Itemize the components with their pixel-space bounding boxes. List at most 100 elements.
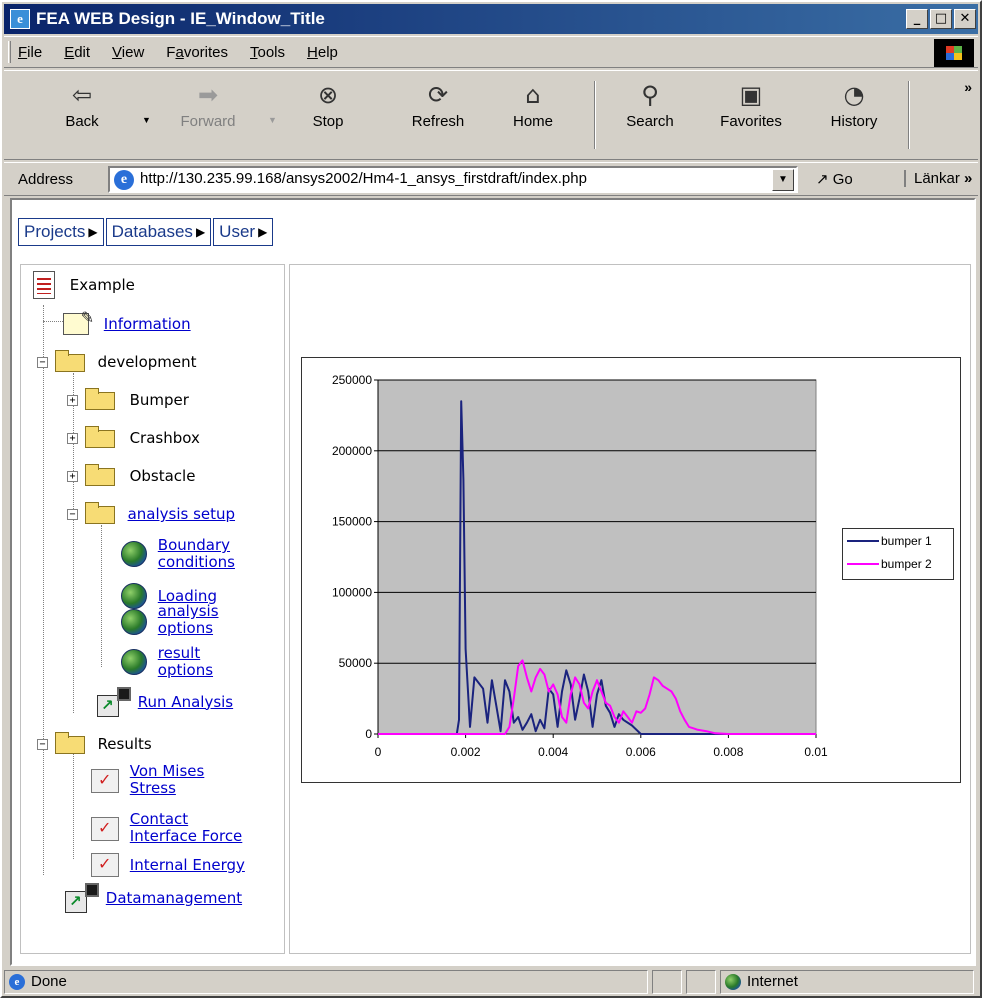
y-tick-label: 0 bbox=[365, 727, 372, 741]
datamanagement-icon bbox=[65, 883, 101, 913]
address-input[interactable]: e http://130.235.99.168/ansys2002/Hm4-1_… bbox=[108, 166, 798, 193]
nav-projects[interactable]: Projects ▶ bbox=[18, 218, 104, 246]
x-tick-label: 0.008 bbox=[713, 745, 743, 759]
expand-icon[interactable]: + bbox=[67, 433, 78, 444]
tree-item-development[interactable]: − development bbox=[37, 349, 197, 372]
refresh-button[interactable]: ⟳ Refresh bbox=[398, 77, 478, 153]
back-dropdown-icon[interactable]: ▼ bbox=[142, 115, 151, 125]
tree-item-results[interactable]: − Results bbox=[37, 731, 152, 754]
tree-item-obstacle[interactable]: + Obstacle bbox=[67, 463, 195, 486]
forward-button[interactable]: ➡ Forward bbox=[168, 77, 248, 153]
internet-globe-icon bbox=[725, 974, 741, 991]
result-plot-icon bbox=[91, 817, 119, 841]
search-button[interactable]: ⚲ Search bbox=[610, 77, 690, 153]
chart-legend: bumper 1 bumper 2 bbox=[842, 528, 954, 580]
home-icon: ⌂ bbox=[525, 81, 541, 109]
menu-help[interactable]: Help bbox=[307, 44, 338, 61]
x-tick-label: 0.002 bbox=[451, 745, 481, 759]
tree-item-von-mises[interactable]: Von MisesStress bbox=[91, 763, 204, 797]
status-pane bbox=[652, 970, 682, 994]
legend-swatch bbox=[847, 539, 879, 542]
status-text: e Done bbox=[4, 970, 648, 994]
toolbar-separator bbox=[908, 81, 910, 149]
tree-item-result-options[interactable]: result options bbox=[121, 645, 213, 679]
collapse-icon[interactable]: − bbox=[37, 357, 48, 368]
x-tick-label: 0.006 bbox=[626, 745, 656, 759]
browser-window: e FEA WEB Design - IE_Window_Title _ □ ✕… bbox=[0, 0, 982, 998]
tree-connector bbox=[73, 747, 74, 859]
x-tick-label: 0 bbox=[375, 745, 382, 759]
windows-logo-icon bbox=[934, 39, 974, 67]
tree-item-analysis-options[interactable]: analysis options bbox=[121, 603, 219, 637]
address-dropdown-icon[interactable]: ▼ bbox=[772, 169, 794, 191]
menu-view[interactable]: View bbox=[112, 44, 144, 61]
run-analysis-icon bbox=[97, 687, 133, 717]
result-plot-icon bbox=[91, 853, 119, 877]
forward-dropdown-icon[interactable]: ▼ bbox=[268, 115, 277, 125]
toolbar-chevron-icon[interactable]: » bbox=[964, 79, 972, 95]
menu-edit[interactable]: Edit bbox=[64, 44, 90, 61]
y-tick-label: 100000 bbox=[332, 585, 372, 599]
favorites-icon: ▣ bbox=[739, 81, 763, 109]
tree-item-contact-interface-force[interactable]: ContactInterface Force bbox=[91, 811, 242, 845]
home-button[interactable]: ⌂ Home bbox=[502, 77, 564, 153]
refresh-icon: ⟳ bbox=[427, 81, 449, 109]
page-content: Projects▶ Databases▶ User▶ Example Infor… bbox=[10, 198, 976, 966]
links-button[interactable]: Länkar » bbox=[904, 170, 972, 187]
tree-item-internal-energy[interactable]: Internal Energy bbox=[91, 853, 245, 877]
stop-button[interactable]: ⊗ Stop bbox=[298, 77, 358, 153]
menu-grip[interactable] bbox=[8, 41, 11, 63]
globe-icon bbox=[121, 609, 147, 635]
history-button[interactable]: ◔ History bbox=[816, 77, 892, 153]
toolbar-separator bbox=[594, 81, 596, 149]
document-icon bbox=[33, 271, 55, 299]
tree-item-information[interactable]: Information bbox=[63, 308, 191, 335]
nav-user[interactable]: User ▶ bbox=[213, 218, 274, 246]
favorites-button[interactable]: ▣ Favorites bbox=[704, 77, 798, 153]
title-bar[interactable]: e FEA WEB Design - IE_Window_Title _ □ ✕ bbox=[4, 4, 978, 34]
forward-arrow-icon: ➡ bbox=[197, 81, 219, 109]
collapse-icon[interactable]: − bbox=[37, 739, 48, 750]
back-arrow-icon: ⇦ bbox=[71, 81, 93, 109]
tree-item-bumper[interactable]: + Bumper bbox=[67, 387, 189, 410]
y-tick-label: 150000 bbox=[332, 515, 372, 529]
go-button[interactable]: ↗ Go bbox=[816, 170, 853, 188]
address-label: Address bbox=[18, 170, 74, 188]
expand-icon[interactable]: + bbox=[67, 395, 78, 406]
nav-databases[interactable]: Databases ▶ bbox=[105, 218, 212, 246]
chart-area: 0 50000 100000 150000 200000 250000 0 0.002 0.00… bbox=[301, 357, 961, 783]
back-button[interactable]: ⇦ Back bbox=[52, 77, 112, 153]
x-tick-label: 0.004 bbox=[538, 745, 568, 759]
tree-item-analysis-setup[interactable]: − analysis setup bbox=[67, 501, 235, 524]
globe-icon bbox=[121, 649, 147, 675]
expand-icon[interactable]: + bbox=[67, 471, 78, 482]
page-icon: e bbox=[114, 170, 134, 190]
maximize-button[interactable]: □ bbox=[930, 9, 952, 29]
window-title: FEA WEB Design - IE_Window_Title bbox=[36, 9, 325, 28]
minimize-button[interactable]: _ bbox=[906, 9, 928, 29]
go-arrow-icon: ↗ bbox=[816, 171, 829, 188]
search-icon: ⚲ bbox=[641, 81, 659, 109]
tree-item-datamanagement[interactable]: Datamanagement bbox=[65, 883, 242, 913]
stop-icon: ⊗ bbox=[317, 81, 339, 109]
tree-connector bbox=[43, 305, 44, 875]
tree-item-boundary-conditions[interactable]: Boundary conditions bbox=[121, 537, 235, 571]
tree-item-run-analysis[interactable]: Run Analysis bbox=[97, 687, 233, 717]
menu-favorites[interactable]: Favorites bbox=[166, 44, 228, 61]
tree-root[interactable]: Example bbox=[33, 271, 135, 299]
menu-tools[interactable]: Tools bbox=[250, 44, 285, 61]
tree-item-crashbox[interactable]: + Crashbox bbox=[67, 425, 200, 448]
legend-swatch bbox=[847, 562, 879, 565]
legend-item: bumper 2 bbox=[843, 552, 953, 575]
collapse-icon[interactable]: − bbox=[67, 509, 78, 520]
history-icon: ◔ bbox=[843, 81, 865, 109]
folder-icon bbox=[84, 425, 115, 448]
menu-file[interactable]: File bbox=[18, 44, 42, 61]
close-button[interactable]: ✕ bbox=[954, 9, 976, 29]
folder-icon bbox=[84, 463, 115, 486]
window-controls: _ □ ✕ bbox=[906, 9, 976, 29]
ie-app-icon[interactable]: e bbox=[10, 9, 30, 29]
tree-connector bbox=[73, 373, 74, 713]
security-zone[interactable]: Internet bbox=[720, 970, 974, 994]
y-tick-label: 200000 bbox=[332, 444, 372, 458]
